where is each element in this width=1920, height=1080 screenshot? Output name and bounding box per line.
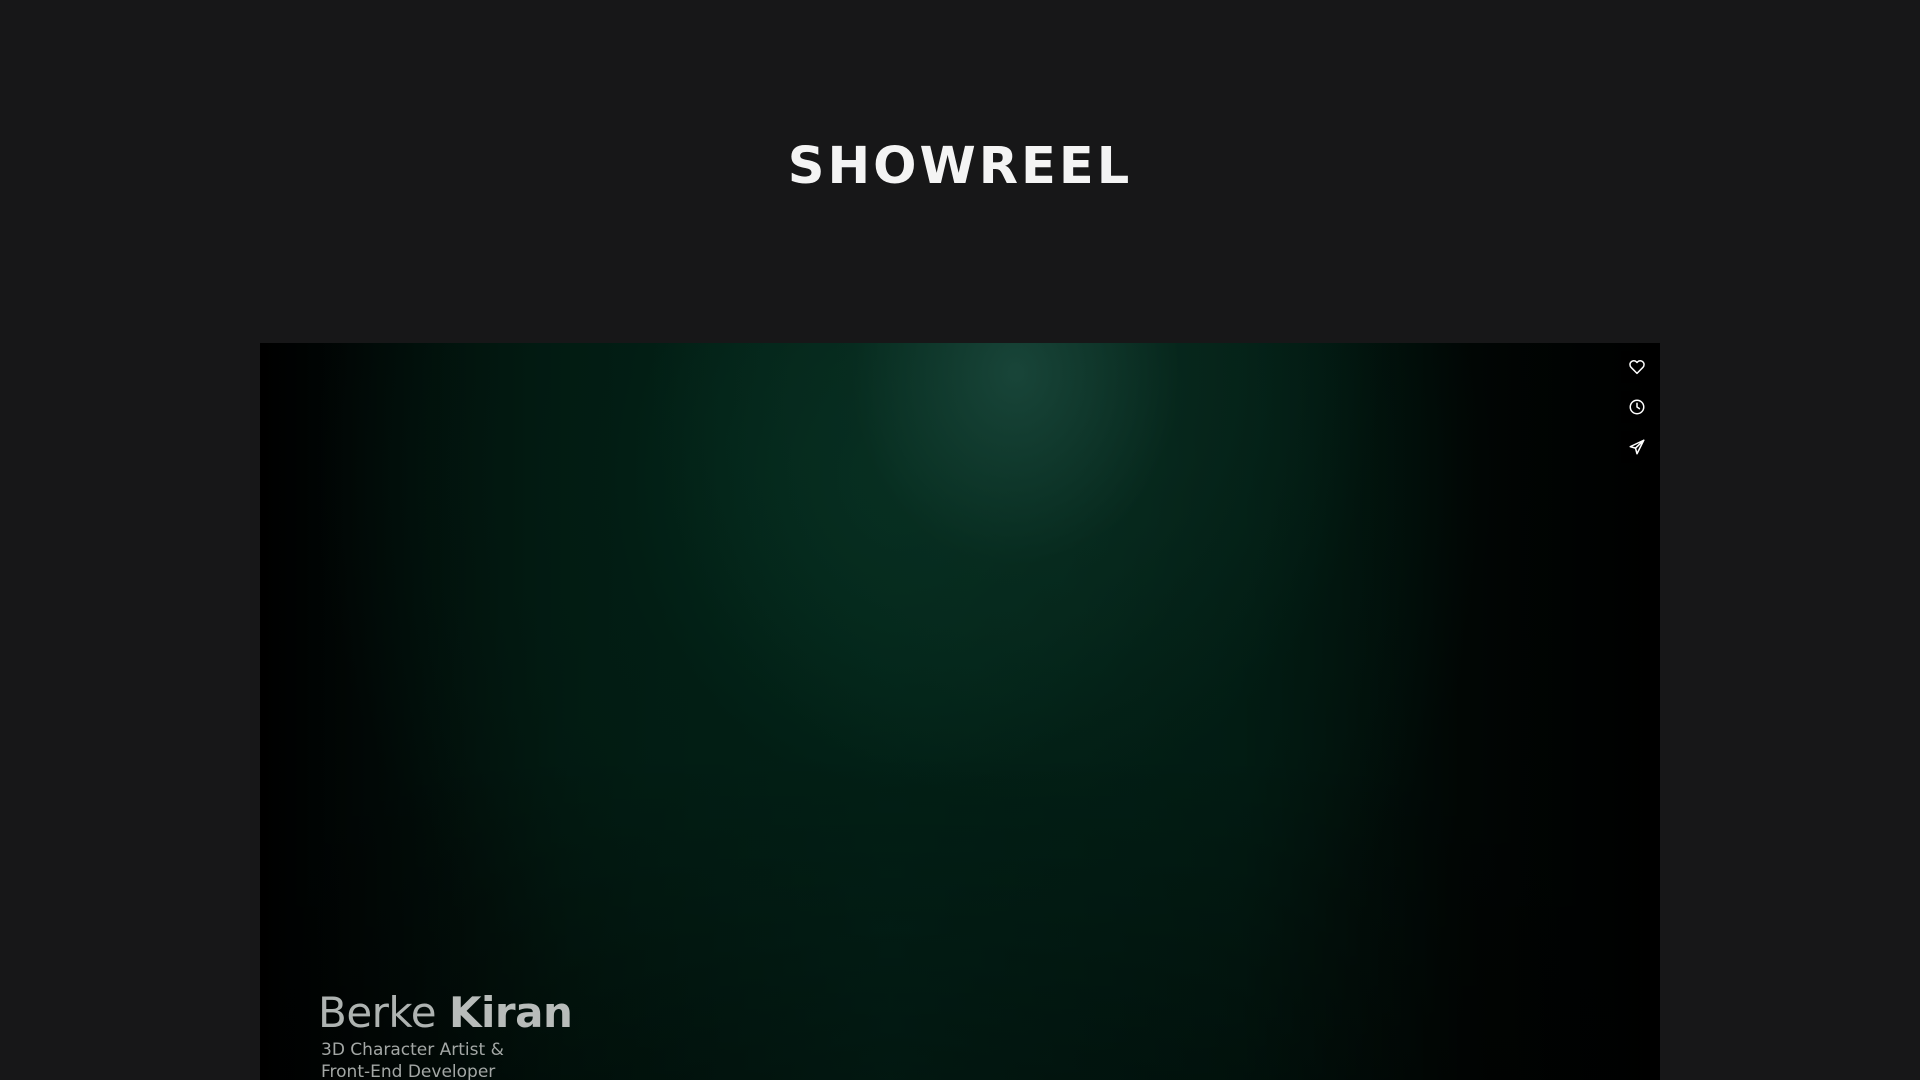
artist-role-line-2: Front-End Developer xyxy=(321,1062,496,1080)
artist-name: Berke Kiran xyxy=(318,988,573,1038)
artist-role-line-1: 3D Character Artist & xyxy=(321,1040,504,1060)
watch-later-button[interactable] xyxy=(1621,391,1653,423)
like-button[interactable] xyxy=(1621,351,1653,383)
share-button[interactable] xyxy=(1621,431,1653,463)
artist-last-name: Kiran xyxy=(448,988,573,1037)
page-title: SHOWREEL xyxy=(787,137,1133,196)
showreel-video-player[interactable]: Berke Kiran 3D Character Artist & Front-… xyxy=(260,343,1660,1080)
artist-first-name: Berke xyxy=(318,988,437,1037)
clock-icon xyxy=(1629,399,1645,415)
video-action-bar xyxy=(1621,351,1653,463)
video-credit-overlay: Berke Kiran 3D Character Artist & Front-… xyxy=(318,988,573,1080)
heart-icon xyxy=(1629,359,1645,375)
paper-plane-icon xyxy=(1629,439,1645,455)
